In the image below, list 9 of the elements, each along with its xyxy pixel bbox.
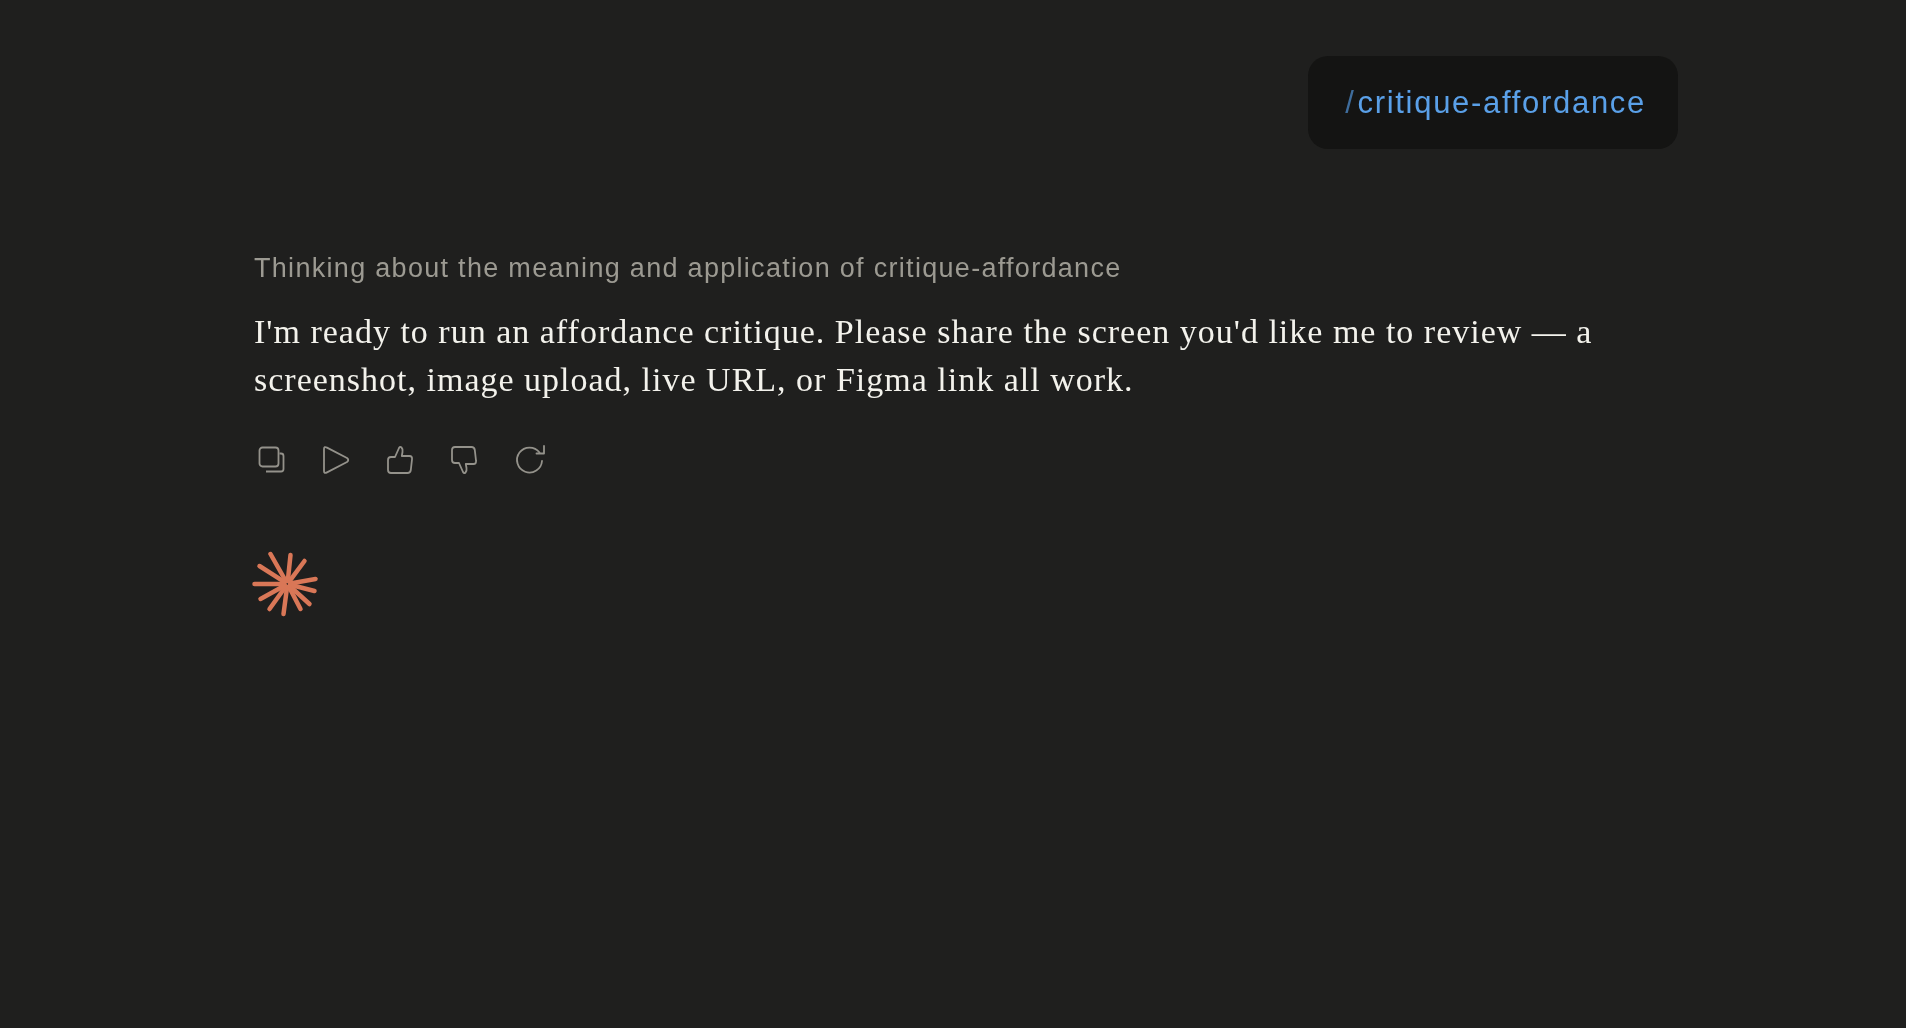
slash-command: /critique-affordance: [1345, 84, 1646, 122]
copy-icon: [258, 445, 286, 474]
response-text: I'm ready to run an affordance critique. Please share the screen you'd like me to review — a screenshot, image upload, live URL, or Figma link all work.: [254, 312, 1594, 400]
thinking-summary[interactable]: Thinking about the meaning and application of critique-affordance: [254, 253, 1122, 283]
thumbs-up-icon: [386, 444, 414, 475]
thumbs-down-icon: [450, 444, 478, 475]
sparkle-icon: [252, 551, 319, 617]
retry-icon: [514, 444, 546, 475]
play-icon: [322, 444, 350, 475]
